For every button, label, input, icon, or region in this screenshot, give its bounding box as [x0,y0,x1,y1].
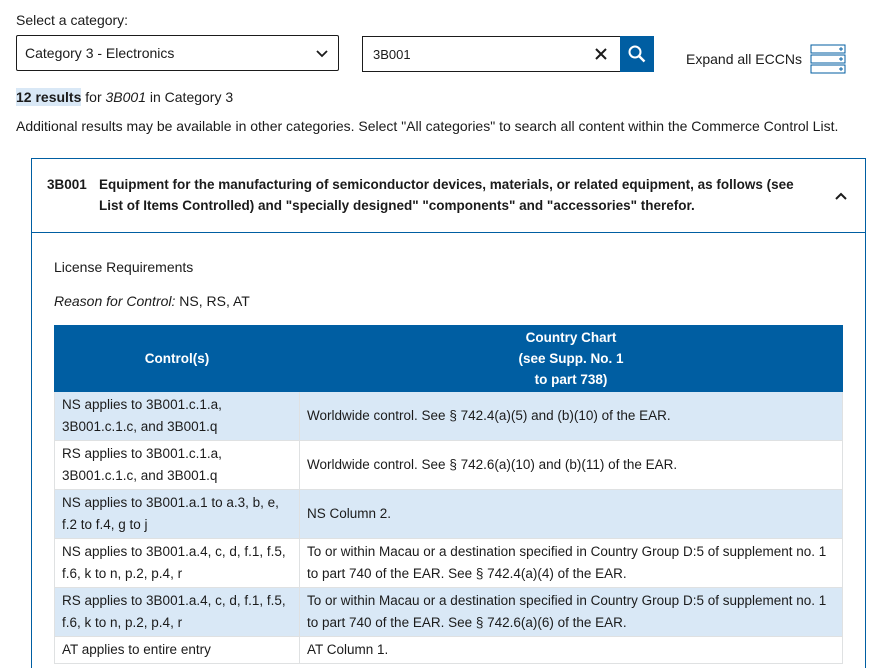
table-row: AT applies to entire entry AT Column 1. [54,636,843,664]
additional-results-note: Additional results may be available in o… [16,118,839,134]
chevron-up-icon[interactable] [833,189,849,205]
search-button[interactable] [620,36,654,72]
eccn-title: Equipment for the manufacturing of semic… [99,177,794,213]
license-requirements-table: Control(s) Country Chart (see Supp. No. … [54,325,843,664]
license-requirements-heading: License Requirements [54,259,194,275]
table-row: NS applies to 3B001.a.1 to a.3, b, e, f.… [54,489,843,539]
column-header-country-chart: Country Chart (see Supp. No. 1 to part 7… [299,325,843,392]
country-chart-cell: Worldwide control. See § 742.6(a)(10) an… [299,440,843,490]
control-cell: NS applies to 3B001.a.4, c, d, f.1, f.5,… [54,538,300,588]
results-summary: 12 results for 3B001 in Category 3 [16,88,234,106]
search-bar: 3B001 [362,36,654,72]
control-cell: NS applies to 3B001.c.1.a, 3B001.c.1.c, … [54,391,300,441]
results-count: 12 results [16,88,82,106]
table-row: NS applies to 3B001.c.1.a, 3B001.c.1.c, … [54,391,843,441]
control-cell: NS applies to 3B001.a.1 to a.3, b, e, f.… [54,489,300,539]
expand-all-icon [810,44,846,74]
country-chart-header-line: to part 738) [534,372,608,387]
eccn-accordion-body: License Requirements Reason for Control:… [32,233,865,664]
reason-for-control: Reason for Control: NS, RS, AT [54,293,843,309]
table-header-row: Control(s) Country Chart (see Supp. No. … [54,325,843,392]
category-select-value: Category 3 - Electronics [25,45,175,61]
control-cell: RS applies to 3B001.a.4, c, d, f.1, f.5,… [54,587,300,637]
table-row: NS applies to 3B001.a.4, c, d, f.1, f.5,… [54,538,843,588]
search-input-value: 3B001 [373,46,411,62]
country-chart-cell: To or within Macau or a destination spec… [299,538,843,588]
search-icon [628,45,646,63]
country-chart-cell: To or within Macau or a destination spec… [299,587,843,637]
country-chart-cell: AT Column 1. [299,636,843,664]
eccn-accordion-header[interactable]: 3B001 Equipment for the manufacturing of… [32,159,865,233]
control-cell: AT applies to entire entry [54,636,300,664]
country-chart-header-line: (see Supp. No. 1 [518,351,624,366]
column-header-controls: Control(s) [54,325,300,392]
category-select[interactable]: Category 3 - Electronics [16,35,339,71]
search-input[interactable]: 3B001 [362,36,620,72]
country-chart-cell: Worldwide control. See § 742.4(a)(5) and… [299,391,843,441]
control-cell: RS applies to 3B001.c.1.a, 3B001.c.1.c, … [54,440,300,490]
chevron-down-icon [316,50,328,58]
expand-all-label: Expand all ECCNs [686,51,802,67]
table-row: RS applies to 3B001.a.4, c, d, f.1, f.5,… [54,587,843,637]
category-label: Select a category: [16,12,129,28]
expand-all-button[interactable]: Expand all ECCNs [686,44,846,74]
country-chart-cell: NS Column 2. [299,489,843,539]
results-for: for [85,89,102,105]
results-category: in Category 3 [149,89,234,105]
results-term: 3B001 [105,89,146,105]
eccn-code: 3B001 [47,177,87,192]
table-row: RS applies to 3B001.c.1.a, 3B001.c.1.c, … [54,440,843,490]
reason-label: Reason for Control: [54,293,176,309]
eccn-accordion: 3B001 Equipment for the manufacturing of… [31,158,866,668]
reason-value: NS, RS, AT [179,293,250,309]
close-icon[interactable] [592,45,610,63]
country-chart-header-line: Country Chart [525,330,617,345]
